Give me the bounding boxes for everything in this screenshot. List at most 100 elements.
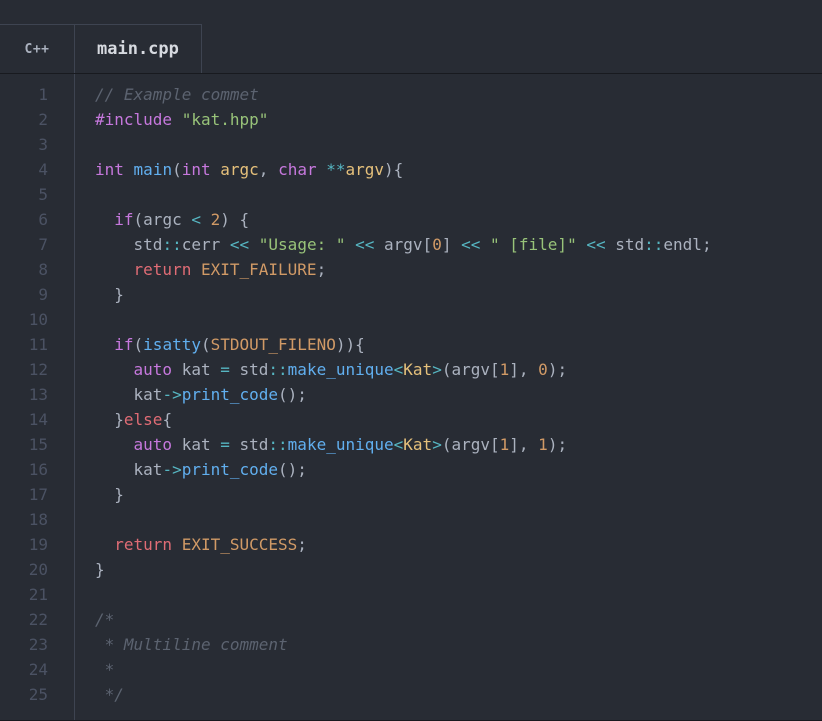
token-default xyxy=(124,160,134,179)
token-punct: ; xyxy=(702,235,712,254)
token-operator: > xyxy=(432,435,442,454)
token-operator: = xyxy=(220,360,230,379)
token-keyword: if xyxy=(114,210,133,229)
token-operator: = xyxy=(220,435,230,454)
token-punct: ); xyxy=(548,435,567,454)
token-constant: STDOUT_FILENO xyxy=(211,335,336,354)
token-default xyxy=(577,235,587,254)
token-type: auto xyxy=(134,435,173,454)
token-punct: (); xyxy=(278,460,307,479)
token-constant: EXIT_FAILURE xyxy=(201,260,317,279)
line-number: 4 xyxy=(0,157,74,182)
token-operator: -> xyxy=(162,385,181,404)
token-number: 2 xyxy=(211,210,221,229)
token-comment: /* xyxy=(95,610,114,629)
line-number: 14 xyxy=(0,407,74,432)
code-line[interactable]: /* xyxy=(95,607,822,632)
line-number: 8 xyxy=(0,257,74,282)
token-default xyxy=(95,285,114,304)
code-line[interactable] xyxy=(95,182,822,207)
token-punct: ; xyxy=(317,260,327,279)
token-string: " [file]" xyxy=(490,235,577,254)
code-line[interactable] xyxy=(95,132,822,157)
token-keyword2: else xyxy=(124,410,163,429)
code-line[interactable]: kat->print_code(); xyxy=(95,457,822,482)
line-number: 24 xyxy=(0,657,74,682)
token-punct: ], xyxy=(509,435,538,454)
token-operator: :: xyxy=(644,235,663,254)
token-keyword2: return xyxy=(134,260,192,279)
token-func: isatty xyxy=(143,335,201,354)
line-number: 21 xyxy=(0,582,74,607)
token-constant: EXIT_SUCCESS xyxy=(182,535,298,554)
code-line[interactable]: auto kat = std::make_unique<Kat>(argv[1]… xyxy=(95,357,822,382)
token-punct: ], xyxy=(509,360,538,379)
token-var: endl xyxy=(663,235,702,254)
token-operator: << xyxy=(586,235,605,254)
code-line[interactable]: */ xyxy=(95,682,822,707)
code-line[interactable]: * xyxy=(95,657,822,682)
code-line[interactable] xyxy=(95,507,822,532)
token-default xyxy=(172,110,182,129)
line-number: 13 xyxy=(0,382,74,407)
token-default: kat xyxy=(95,460,162,479)
token-default: kat xyxy=(172,435,220,454)
line-number: 22 xyxy=(0,607,74,632)
token-number: 1 xyxy=(538,435,548,454)
code-line[interactable]: if(isatty(STDOUT_FILENO)){ xyxy=(95,332,822,357)
code-line[interactable]: } xyxy=(95,282,822,307)
code-line[interactable]: std::cerr << "Usage: " << argv[0] << " [… xyxy=(95,232,822,257)
token-default: std xyxy=(230,360,269,379)
token-punct: ); xyxy=(548,360,567,379)
token-operator: << xyxy=(461,235,480,254)
line-number: 6 xyxy=(0,207,74,232)
file-tab[interactable]: main.cpp xyxy=(75,24,202,73)
token-punct: ; xyxy=(297,535,307,554)
token-operator: :: xyxy=(268,360,287,379)
code-line[interactable] xyxy=(95,582,822,607)
token-comment: * Multiline comment xyxy=(95,635,288,654)
code-line[interactable]: return EXIT_FAILURE; xyxy=(95,257,822,282)
token-preproc: #include xyxy=(95,110,172,129)
code-line[interactable]: #include "kat.hpp" xyxy=(95,107,822,132)
code-line[interactable]: auto kat = std::make_unique<Kat>(argv[1]… xyxy=(95,432,822,457)
token-number: 0 xyxy=(538,360,548,379)
code-content[interactable]: // Example commet#include "kat.hpp" int m… xyxy=(75,74,822,720)
token-default xyxy=(95,210,114,229)
line-number: 9 xyxy=(0,282,74,307)
code-line[interactable]: int main(int argc, char **argv){ xyxy=(95,157,822,182)
token-var: argc xyxy=(143,210,182,229)
token-punct: (argv[ xyxy=(442,435,500,454)
token-punct: } xyxy=(95,560,105,579)
token-default: kat xyxy=(95,385,162,404)
code-line[interactable]: } xyxy=(95,482,822,507)
tab-bar: C++ main.cpp xyxy=(0,24,822,74)
code-line[interactable] xyxy=(95,307,822,332)
token-param: argv xyxy=(346,160,385,179)
token-func: make_unique xyxy=(288,360,394,379)
code-line[interactable]: return EXIT_SUCCESS; xyxy=(95,532,822,557)
tab-spacer xyxy=(202,24,822,73)
token-default xyxy=(95,485,114,504)
line-number: 23 xyxy=(0,632,74,657)
code-line[interactable]: if(argc < 2) { xyxy=(95,207,822,232)
language-badge-text: C++ xyxy=(25,42,50,57)
token-number: 0 xyxy=(432,235,442,254)
token-operator: << xyxy=(230,235,249,254)
token-default xyxy=(95,260,134,279)
token-operator: < xyxy=(394,435,404,454)
line-number: 5 xyxy=(0,182,74,207)
line-number: 7 xyxy=(0,232,74,257)
code-line[interactable]: * Multiline comment xyxy=(95,632,822,657)
code-line[interactable]: }else{ xyxy=(95,407,822,432)
token-func: make_unique xyxy=(288,435,394,454)
token-operator: < xyxy=(394,360,404,379)
code-line[interactable]: kat->print_code(); xyxy=(95,382,822,407)
code-line[interactable]: } xyxy=(95,557,822,582)
token-punct: } xyxy=(114,285,124,304)
token-default xyxy=(249,235,259,254)
line-number: 19 xyxy=(0,532,74,557)
token-default xyxy=(182,210,192,229)
token-type: auto xyxy=(134,360,173,379)
code-line[interactable]: // Example commet xyxy=(95,82,822,107)
